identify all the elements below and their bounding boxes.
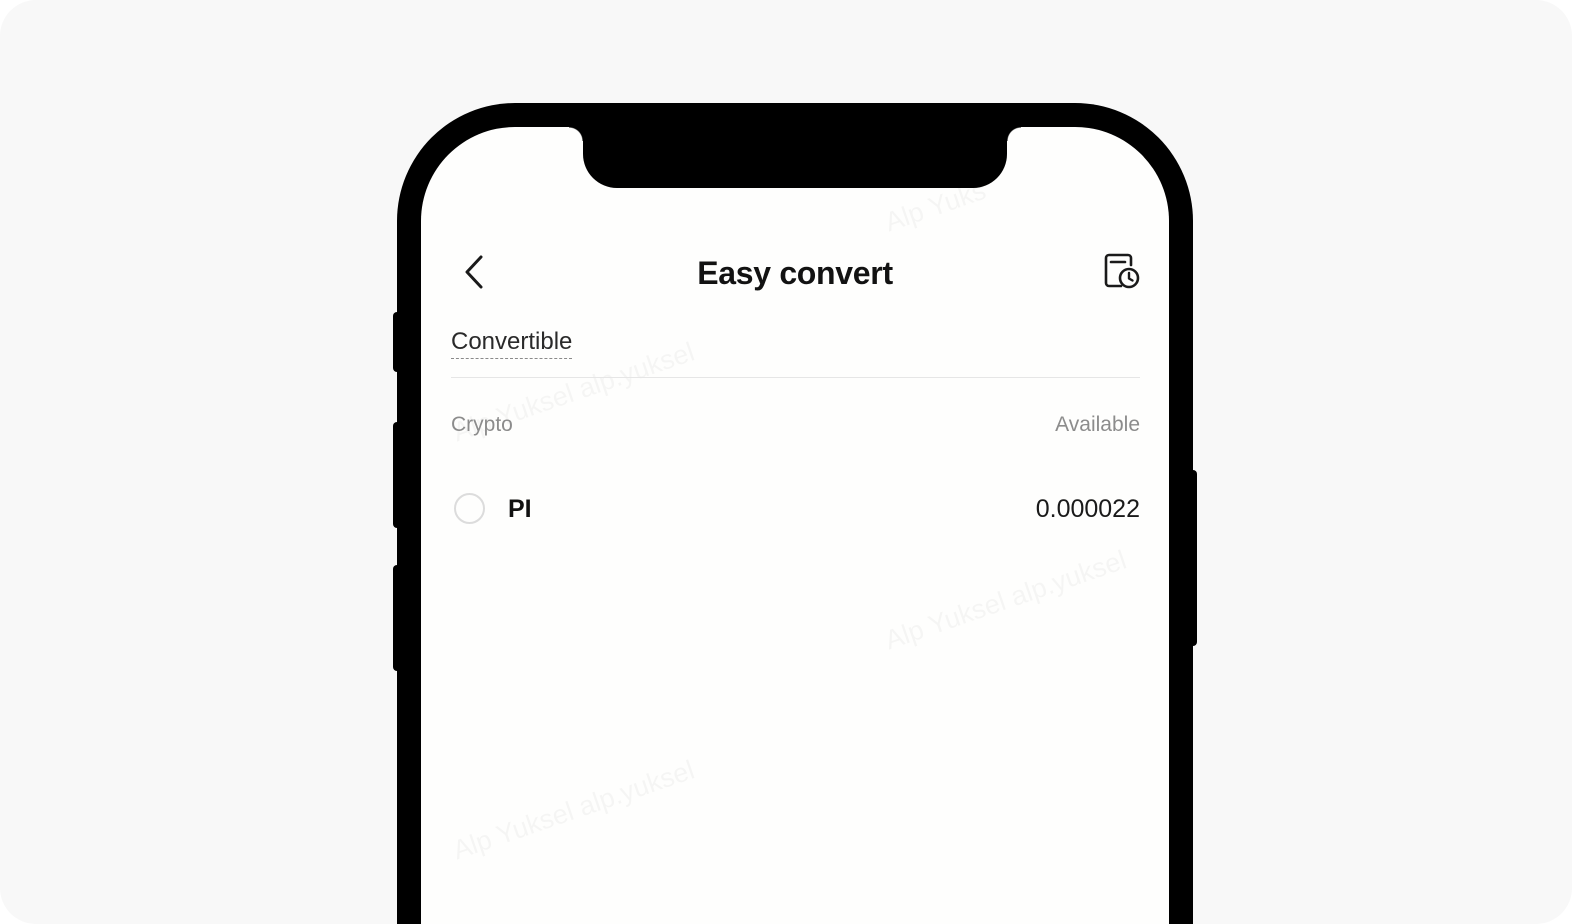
available-column-header: Available bbox=[1055, 413, 1140, 436]
asset-row-pi[interactable]: PI 0.000022 bbox=[451, 485, 1140, 535]
history-clock-icon bbox=[1104, 253, 1140, 289]
top-bar: Easy convert bbox=[421, 245, 1169, 299]
page-title: Easy convert bbox=[697, 255, 893, 291]
crypto-column-header: Crypto bbox=[451, 413, 513, 436]
asset-name: PI bbox=[508, 495, 532, 523]
page-background: Alp Yuks Alp Yuksel alp.yuksel Alp Yukse… bbox=[0, 0, 1572, 924]
convertible-tab[interactable]: Convertible bbox=[451, 328, 573, 359]
asset-select-radio[interactable] bbox=[454, 493, 485, 524]
asset-available-amount: 0.000022 bbox=[1035, 495, 1140, 523]
phone-frame: Alp Yuks Alp Yuksel alp.yuksel Alp Yukse… bbox=[397, 103, 1193, 924]
divider bbox=[451, 377, 1140, 378]
phone-notch bbox=[569, 127, 1021, 188]
watermark: Alp Yuksel alp.yuksel bbox=[881, 545, 1130, 657]
phone-screen: Alp Yuks Alp Yuksel alp.yuksel Alp Yukse… bbox=[421, 127, 1169, 924]
watermark: Alp Yuksel alp.yuksel bbox=[449, 755, 698, 867]
history-button[interactable] bbox=[1099, 249, 1143, 293]
